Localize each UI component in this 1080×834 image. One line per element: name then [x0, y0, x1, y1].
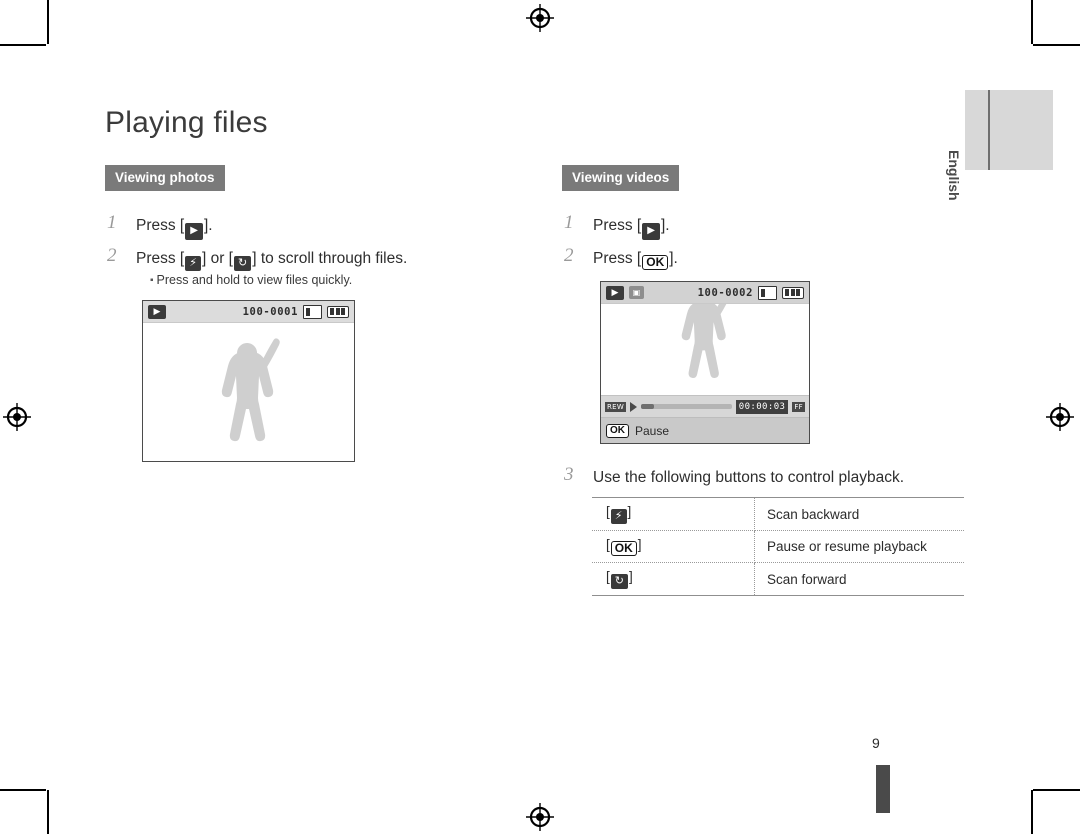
note-text: Press and hold to view files quickly.: [156, 273, 353, 287]
playback-time: 00:00:03: [735, 399, 789, 414]
flash-icon: ⚡: [185, 256, 201, 271]
table-row: [⚡] Scan backward: [592, 497, 964, 531]
play-icon: ▶: [606, 285, 624, 300]
movie-icon: ▣: [629, 286, 644, 299]
table-row: [↻] Scan forward: [592, 562, 964, 596]
timer-icon: ↻: [610, 574, 628, 589]
step-photos-2: Press [⚡] or [↻] to scroll through files…: [136, 250, 407, 271]
lcd-video-image-area: [601, 304, 809, 395]
lcd-preview-photo: ▶ 100-0001: [142, 300, 355, 462]
step-text-prefix: Press [: [593, 217, 642, 234]
step-text-middle: ] or [: [201, 250, 233, 267]
lcd-photo-status-bar: ▶ 100-0001: [143, 301, 354, 323]
page-marker-bar: [876, 765, 890, 813]
table-cell-description: Scan forward: [754, 562, 964, 596]
play-icon: ▶: [185, 223, 203, 240]
step-number-videos-1: 1: [564, 212, 574, 233]
section-heading-viewing-photos: Viewing photos: [105, 165, 225, 191]
step-text-suffix: ].: [660, 217, 670, 234]
progress-fill: [641, 404, 654, 409]
lcd-video-file-number: 100-0002: [697, 286, 753, 299]
lcd-photo-image-area: [143, 323, 354, 461]
ff-label: FF: [792, 401, 805, 412]
play-triangle-icon: [630, 401, 638, 412]
lcd-preview-video: ▶ ▣ 100-0002 REW 00:00:03 FF OK Pause: [600, 281, 810, 444]
step-number-photos-2: 2: [107, 245, 117, 266]
step-text-suffix: ] to scroll through files.: [252, 250, 408, 267]
step-text-suffix: ].: [203, 217, 213, 234]
ok-key-icon: OK: [610, 541, 637, 556]
page-title: Playing files: [105, 106, 268, 140]
section-heading-viewing-videos: Viewing videos: [562, 165, 680, 191]
step-text-prefix: Press [: [136, 217, 185, 234]
play-icon: ▶: [148, 304, 166, 319]
memory-card-icon: [303, 304, 322, 319]
lcd-video-progress-bar: REW 00:00:03 FF: [601, 395, 809, 417]
language-tab-label: English: [946, 150, 962, 201]
note-photos: ▪ Press and hold to view files quickly.: [150, 273, 352, 287]
progress-track: [641, 404, 732, 409]
table-cell-key: [OK]: [592, 530, 755, 563]
battery-full-icon: [782, 286, 804, 299]
playback-control-table: [⚡] Scan backward [OK] Pause or resume p…: [592, 497, 964, 596]
person-silhouette-video: [681, 304, 727, 378]
battery-full-icon: [327, 305, 349, 318]
lcd-photo-file-number: 100-0001: [242, 305, 298, 318]
step-photos-1: Press [▶].: [136, 217, 213, 240]
step-videos-1: Press [▶].: [593, 217, 670, 240]
table-cell-key: [⚡]: [592, 497, 755, 531]
step-number-photos-1: 1: [107, 212, 117, 233]
table-cell-key: [↻]: [592, 562, 755, 596]
table-cell-description: Pause or resume playback: [754, 530, 964, 563]
rew-label: REW: [605, 401, 627, 412]
pause-label: Pause: [635, 423, 670, 438]
step-text-prefix: Press [: [593, 250, 642, 267]
ok-key-icon: OK: [642, 255, 669, 270]
flash-icon: ⚡: [610, 509, 627, 524]
language-tab-background: [965, 90, 1053, 170]
person-silhouette-photo: [221, 338, 280, 442]
step-text-prefix: Press [: [136, 250, 185, 267]
step-number-videos-2: 2: [564, 245, 574, 266]
step-number-videos-3: 3: [564, 464, 574, 485]
bullet-icon: ▪: [150, 275, 154, 286]
lcd-video-status-bar: ▶ ▣ 100-0002: [601, 282, 809, 304]
table-cell-description: Scan backward: [754, 497, 964, 531]
manual-page: Playing files Viewing photos 1 Press [▶]…: [0, 0, 1080, 834]
step-text-suffix: ].: [669, 250, 678, 267]
lcd-video-hint-bar: OK Pause: [601, 417, 809, 443]
table-row: [OK] Pause or resume playback: [592, 530, 964, 563]
step-videos-3: Use the following buttons to control pla…: [593, 469, 905, 486]
page-number: 9: [872, 735, 880, 751]
language-tab-rule: [988, 90, 990, 170]
play-icon: ▶: [642, 223, 660, 240]
step-videos-2: Press [OK].: [593, 250, 678, 270]
timer-icon: ↻: [233, 256, 252, 271]
ok-key-icon: OK: [606, 423, 629, 438]
memory-card-icon: [758, 285, 777, 300]
